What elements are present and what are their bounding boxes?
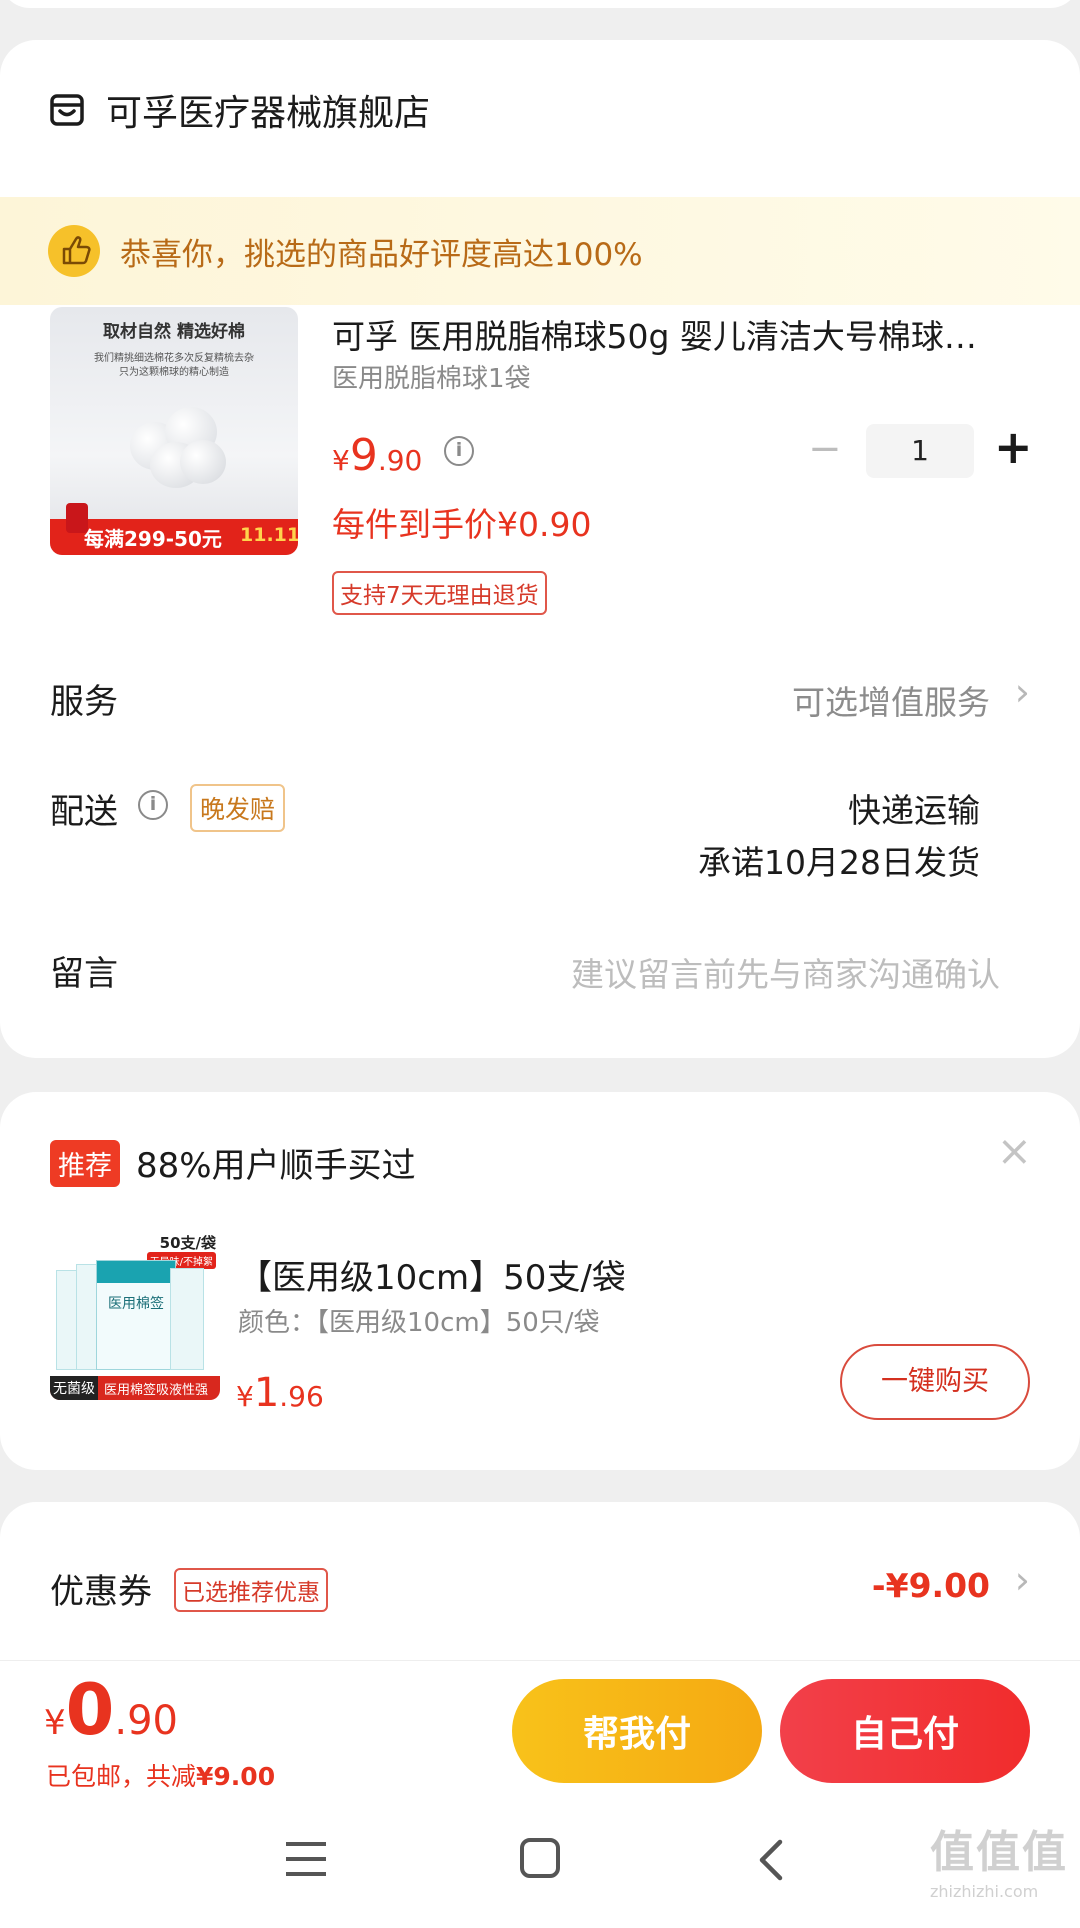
store-header[interactable]: 可孚医疗器械旗舰店: [50, 80, 430, 140]
back-icon[interactable]: [756, 1838, 786, 1882]
cotton-balls: [120, 392, 230, 488]
price-int: 9: [349, 430, 378, 481]
final-price: 每件到手价¥0.90: [332, 505, 592, 544]
late-compensation-badge: 晚发赔: [190, 784, 286, 832]
discount-note-value: ¥9.00: [196, 1762, 276, 1791]
help-pay-button[interactable]: 帮我付: [512, 1679, 762, 1783]
price-dec: .90: [377, 444, 423, 477]
recommend-image[interactable]: 50支/袋 无异味/不掉絮 医用棉签 无菌级 医用棉签吸液性强: [50, 1230, 220, 1400]
banner-text: 恭喜你，挑选的商品好评度高达100%: [120, 237, 643, 273]
product-title[interactable]: 可孚 医用脱脂棉球50g 婴儿清洁大号棉球…: [332, 310, 1032, 358]
discount-note: 已包邮，共减¥9.00: [46, 1757, 275, 1793]
watermark-text: 值值值: [930, 1827, 1068, 1878]
recommend-image-bottom-right: 医用棉签吸液性强: [104, 1383, 209, 1398]
total-price: ¥ 0 .90: [44, 1669, 178, 1751]
recommend-image-top: 50支/袋: [159, 1234, 216, 1252]
checkout-bar: ¥ 0 .90 已包邮，共减¥9.00 帮我付 自己付: [0, 1660, 1080, 1796]
thumbs-up-icon: [48, 225, 100, 277]
recommend-image-pack: 医用棉签: [108, 1296, 164, 1312]
return-tag: 支持7天无理由退货: [332, 571, 547, 615]
recommend-image-footer: 无菌级 医用棉签吸液性强: [50, 1376, 220, 1400]
message-input[interactable]: 建议留言前先与商家沟通确认: [571, 948, 1000, 996]
store-icon: [50, 94, 84, 126]
recommend-item-spec: 颜色：【医用级10cm】50只/袋: [238, 1308, 600, 1338]
price-info-icon[interactable]: i: [444, 436, 474, 466]
close-icon[interactable]: ×: [997, 1126, 1032, 1175]
delivery-label: 配送: [50, 792, 118, 832]
coupon-label: 优惠券: [50, 1572, 152, 1612]
service-row[interactable]: 服务 可选增值服务 ›: [50, 668, 1030, 728]
recommend-title: 88%用户顺手买过: [136, 1146, 416, 1186]
qty-input[interactable]: 1: [866, 424, 974, 478]
recommend-image-bottom-left: 无菌级: [50, 1376, 98, 1400]
coupon-tag: 已选推荐优惠: [174, 1568, 328, 1612]
image-desc-2: 只为这颗棉球的精心制造: [119, 367, 229, 378]
recommend-card: 推荐 88%用户顺手买过 × 50支/袋 无异味/不掉絮 医用棉签 无菌级 医用…: [0, 1092, 1080, 1470]
message-row[interactable]: 留言 建议留言前先与商家沟通确认: [50, 940, 1030, 1000]
previous-card: [0, 0, 1080, 8]
chevron-right-icon: ›: [1014, 670, 1030, 714]
delivery-row[interactable]: 配送 i 晚发赔 快递运输 承诺10月28日发货: [50, 780, 1030, 900]
delivery-promise: 承诺10月28日发货: [698, 843, 980, 882]
recommend-price-int: 1: [253, 1370, 280, 1416]
service-value: 可选增值服务: [792, 683, 990, 722]
store-name: 可孚医疗器械旗舰店: [106, 93, 431, 134]
self-pay-button[interactable]: 自己付: [780, 1679, 1030, 1783]
delivery-method: 快递运输: [848, 791, 980, 830]
recommend-tag: 推荐: [50, 1140, 120, 1187]
qty-minus-button[interactable]: −: [808, 426, 842, 472]
order-card: 可孚医疗器械旗舰店 恭喜你，挑选的商品好评度高达100% 取材自然 精选好棉 我…: [0, 40, 1080, 1058]
system-nav-bar: 值值值 zhizhizhi.com: [0, 1796, 1080, 1928]
watermark: 值值值 zhizhizhi.com: [930, 1816, 1070, 1901]
recommend-price-symbol: ¥: [236, 1380, 254, 1413]
total-price-symbol: ¥: [44, 1703, 66, 1743]
delivery-info-icon[interactable]: i: [138, 790, 168, 820]
message-label: 留言: [50, 954, 118, 994]
image-promo: 每满299-50元: [84, 527, 222, 551]
menu-icon[interactable]: [286, 1842, 326, 1876]
watermark-url: zhizhizhi.com: [930, 1882, 1039, 1901]
rating-banner: 恭喜你，挑选的商品好评度高达100%: [0, 197, 1080, 305]
recommend-price: ¥ 1 .96: [236, 1370, 324, 1416]
image-headline: 取材自然 精选好棉: [103, 322, 245, 342]
product-spec[interactable]: 医用脱脂棉球1袋: [332, 358, 531, 395]
image-redpacket: [66, 503, 88, 533]
service-label: 服务: [50, 682, 118, 722]
one-click-buy-button[interactable]: 一键购买: [840, 1344, 1030, 1420]
product-image[interactable]: 取材自然 精选好棉 我们精挑细选棉花多次反复精梳去杂 只为这颗棉球的精心制造 每…: [50, 307, 298, 555]
discount-note-prefix: 已包邮，共减: [46, 1762, 197, 1791]
image-badge: 11.11: [240, 524, 298, 546]
home-icon[interactable]: [520, 1838, 560, 1878]
total-price-int: 0: [65, 1669, 115, 1751]
image-desc-1: 我们精挑细选棉花多次反复精梳去杂: [94, 353, 254, 364]
recommend-price-dec: .96: [279, 1380, 324, 1413]
coupon-chevron-icon: ›: [1014, 1558, 1030, 1602]
price-symbol: ¥: [332, 444, 350, 477]
product-price: ¥ 9 .90: [332, 430, 422, 481]
total-price-dec: .90: [114, 1698, 178, 1744]
recommend-item-title[interactable]: 【医用级10cm】50支/袋: [238, 1250, 626, 1299]
qty-plus-button[interactable]: +: [994, 420, 1033, 474]
coupon-value: -¥9.00: [871, 1566, 990, 1605]
